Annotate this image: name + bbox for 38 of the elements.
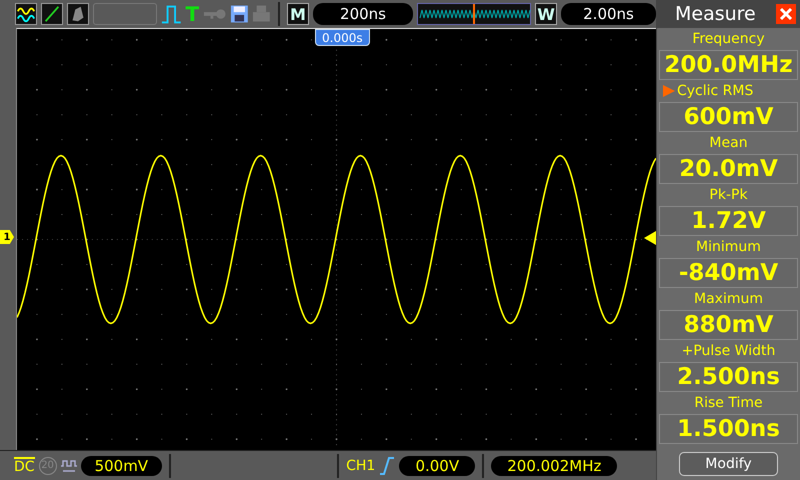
measurement-value: 600mV (659, 102, 798, 132)
measurement-value: 1.72V (659, 206, 798, 236)
coupling-label: DC (14, 456, 35, 474)
measurement-label[interactable]: +Pulse Width (657, 340, 800, 362)
measurement-label[interactable]: Mean (657, 132, 800, 154)
volts-readout: 500mV (80, 456, 162, 476)
mode-button[interactable]: M (287, 3, 310, 25)
measurement-value: 1.500ns (659, 414, 798, 444)
square-wave-icon (60, 458, 77, 472)
measurement-label[interactable]: Minimum (657, 236, 800, 258)
trigger-position-marker[interactable]: 0.000s (315, 29, 370, 46)
measurement-label[interactable]: Rise Time (657, 392, 800, 414)
measurement-value: -840mV (659, 258, 798, 288)
empty-slot (93, 3, 157, 25)
rising-edge-icon (379, 456, 396, 474)
panel-title: Measure (675, 3, 756, 25)
window-timebase-readout: 2.00ns (561, 3, 656, 25)
window-button[interactable]: W (535, 3, 558, 25)
trigger-letter[interactable]: T (185, 3, 200, 25)
frequency-readout: 200.002MHz (491, 456, 618, 476)
selection-arrow-icon (663, 85, 675, 97)
measurement-label[interactable]: Pk-Pk (657, 184, 800, 206)
measurement-value: 200.0MHz (659, 50, 798, 80)
measurement-label[interactable]: Cyclic RMS (657, 80, 800, 102)
waveform-icon[interactable] (15, 3, 37, 25)
trigger-level-readout: 0.00V (399, 456, 476, 476)
modify-button[interactable]: Modify (679, 452, 778, 476)
close-icon[interactable] (776, 4, 796, 24)
measurement-value: 2.500ns (659, 362, 798, 392)
trigger-source-label: CH1 (346, 458, 376, 474)
persistence-icon[interactable] (67, 3, 89, 25)
measurement-value: 880mV (659, 310, 798, 340)
measurement-value: 20.0mV (659, 154, 798, 184)
measurement-label[interactable]: Frequency (657, 28, 800, 50)
pulse-icon[interactable] (160, 3, 182, 25)
timebase-readout: 200ns (313, 3, 414, 25)
measurement-label[interactable]: Maximum (657, 288, 800, 310)
channel-marker[interactable]: 1 (0, 230, 14, 244)
